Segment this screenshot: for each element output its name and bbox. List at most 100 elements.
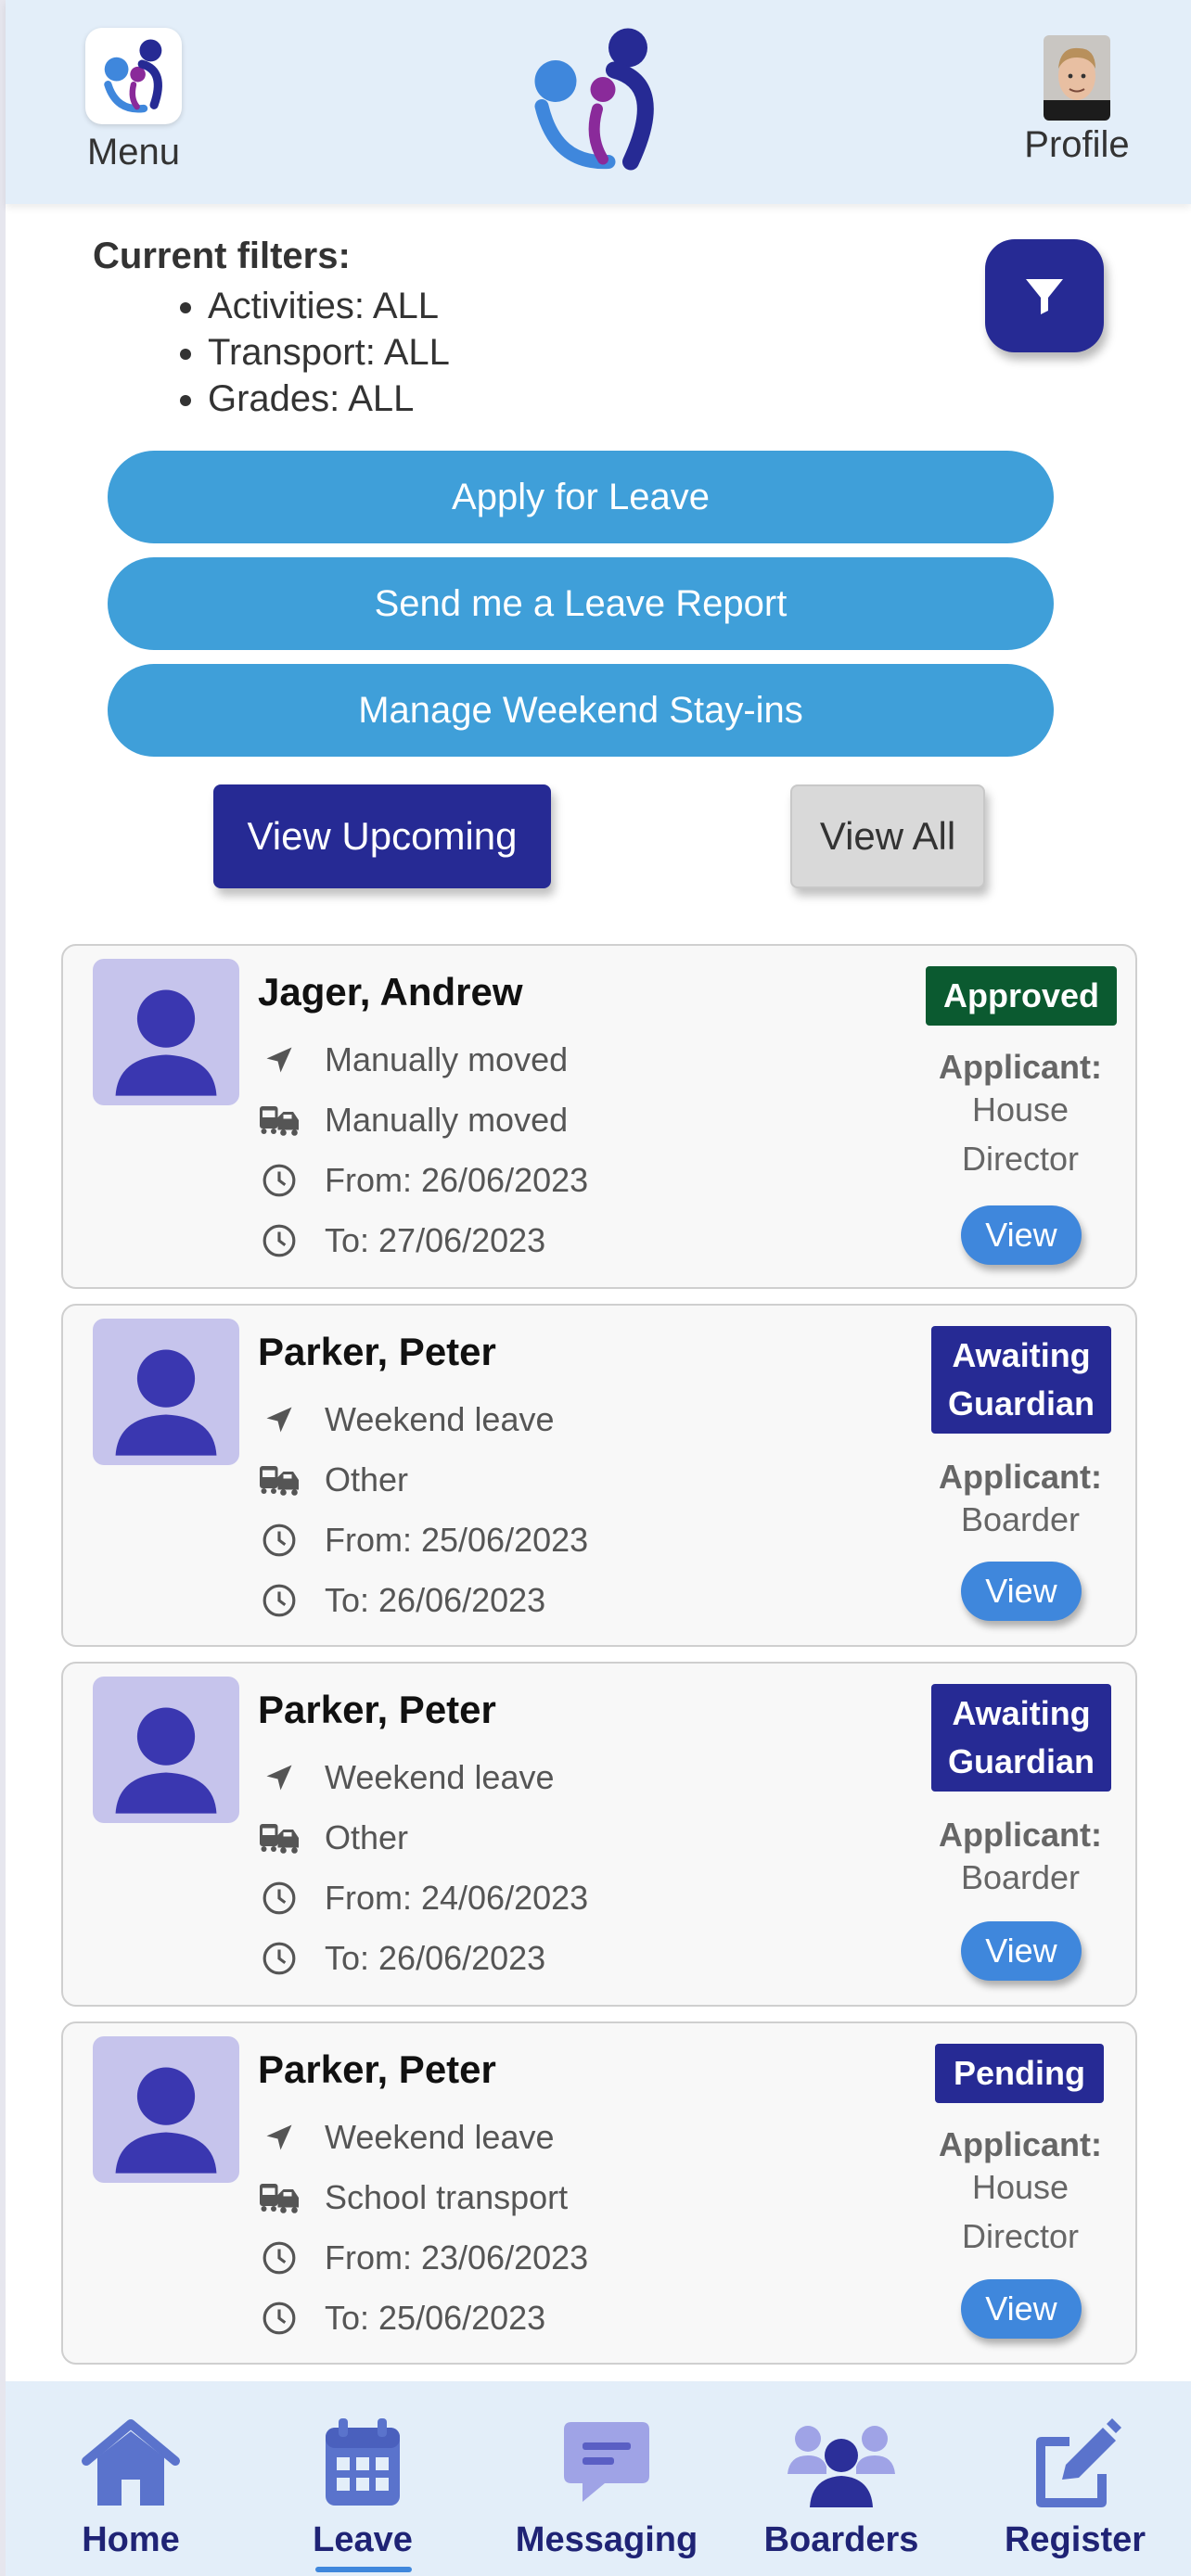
menu-logo-icon [85,28,182,124]
boarder-avatar-icon [93,959,239,1105]
leave-card: Parker, Peter Weekend leave Other From: … [61,1304,1137,1647]
leave-type-row: Weekend leave [258,2114,555,2161]
to-row: To: 27/06/2023 [258,1218,545,1264]
nav-leave-label: Leave [313,2520,413,2559]
to-row: To: 26/06/2023 [258,1935,545,1982]
profile-button[interactable]: Profile [1007,35,1146,174]
clock-icon [258,1159,301,1202]
apply-for-leave-button[interactable]: Apply for Leave [108,451,1054,543]
clock-icon [258,1219,301,1262]
boarder-avatar-icon [93,2036,239,2183]
applicant-label: Applicant: [939,1816,1102,1854]
profile-label: Profile [1024,124,1130,165]
bottom-nav: Home Leave Messaging Boarders Register [6,2381,1191,2576]
nav-home[interactable]: Home [24,2381,237,2576]
applicant-line: Director [961,2217,1080,2255]
leave-card: Parker, Peter Weekend leave School trans… [61,2021,1137,2365]
nav-register-label: Register [1004,2520,1146,2559]
nav-boarders-label: Boarders [763,2520,919,2559]
transport: Manually moved [325,1101,569,1139]
clock-icon [258,1937,301,1980]
leave-type: Weekend leave [325,1758,555,1796]
to-date: To: 26/06/2023 [325,1581,546,1619]
nav-messaging-label: Messaging [515,2520,698,2559]
view-button[interactable]: View [961,1205,1082,1265]
from-row: From: 24/06/2023 [258,1875,588,1921]
location-arrow-icon [258,1039,301,1081]
to-row: To: 26/06/2023 [258,1577,545,1624]
boarder-avatar-icon [93,1319,239,1465]
filter-button[interactable] [985,239,1104,352]
leave-type-row: Manually moved [258,1037,568,1083]
clock-icon [258,2237,301,2279]
leave-type-row: Weekend leave [258,1754,555,1801]
view-button[interactable]: View [961,2279,1082,2339]
view-upcoming-button[interactable]: View Upcoming [213,784,551,888]
menu-label: Menu [86,132,181,172]
transport-row: Manually moved [258,1097,568,1143]
avatar [1044,35,1110,121]
applicant-value: Boarder [918,1495,1122,1544]
filters-list: Activities: ALL Transport: ALL Grades: A… [93,283,742,422]
applicant-line: Boarder [960,1500,1081,1538]
nav-boarders[interactable]: Boarders [735,2381,948,2576]
filter-activities: Activities: ALL [208,283,742,329]
applicant-label: Applicant: [939,1048,1102,1086]
applicant-line: House [971,1090,1069,1129]
filter-icon [1026,279,1063,314]
from-date: From: 23/06/2023 [325,2238,589,2276]
applicant-line: Boarder [960,1858,1081,1896]
manage-weekend-stayins-button[interactable]: Manage Weekend Stay-ins [108,664,1054,757]
view-all-button[interactable]: View All [790,784,985,888]
menu-button[interactable]: Menu [76,28,191,176]
from-row: From: 26/06/2023 [258,1157,588,1204]
applicant-value: House Director [918,2162,1122,2261]
from-row: From: 25/06/2023 [258,1517,588,1563]
transport-icon [258,2176,301,2219]
boarder-name: Parker, Peter [258,1688,496,1731]
send-leave-report-button[interactable]: Send me a Leave Report [108,557,1054,650]
status-badge: Awaiting Guardian [931,1684,1111,1792]
home-icon [81,2418,181,2514]
applicant-label: Applicant: [939,2125,1102,2163]
transport-icon [258,1817,301,1859]
to-date: To: 26/06/2023 [325,1939,546,1977]
from-date: From: 24/06/2023 [325,1879,589,1917]
from-date: From: 25/06/2023 [325,1521,589,1559]
filter-grades: Grades: ALL [208,376,742,422]
status-text: Approved [942,976,1099,1014]
nav-leave[interactable]: Leave [256,2381,469,2576]
nav-register[interactable]: Register [968,2381,1182,2576]
transport-row: Other [258,1815,408,1861]
status-badge: Awaiting Guardian [931,1326,1111,1434]
status-text: Pending [954,2054,1085,2092]
view-button[interactable]: View [961,1562,1082,1621]
boarder-avatar-icon [93,1677,239,1823]
transport-row: Other [258,1457,408,1503]
leave-type: Weekend leave [325,2118,555,2156]
clock-icon [258,1877,301,1919]
clock-icon [258,1519,301,1562]
location-arrow-icon [258,2116,301,2159]
boarder-name: Parker, Peter [258,1330,496,1373]
applicant-value: Boarder [918,1853,1122,1902]
nav-active-indicator [315,2567,412,2572]
boarder-name: Jager, Andrew [258,970,523,1014]
transport-row: School transport [258,2174,568,2221]
transport: School transport [325,2178,569,2216]
from-date: From: 26/06/2023 [325,1161,589,1199]
filter-transport: Transport: ALL [208,329,742,376]
view-button[interactable]: View [961,1921,1082,1981]
status-text: Guardian [947,1742,1095,1780]
applicant-label: Applicant: [939,1458,1102,1496]
nav-messaging[interactable]: Messaging [495,2381,718,2576]
to-date: To: 27/06/2023 [325,1221,546,1259]
leave-type: Weekend leave [325,1400,555,1438]
to-row: To: 25/06/2023 [258,2295,545,2341]
transport-icon [258,1099,301,1141]
status-badge: Pending [935,2044,1104,2103]
message-icon [562,2418,651,2512]
to-date: To: 25/06/2023 [325,2299,546,2337]
leave-card: Parker, Peter Weekend leave Other From: … [61,1662,1137,2007]
applicant-line: House [971,2168,1069,2206]
